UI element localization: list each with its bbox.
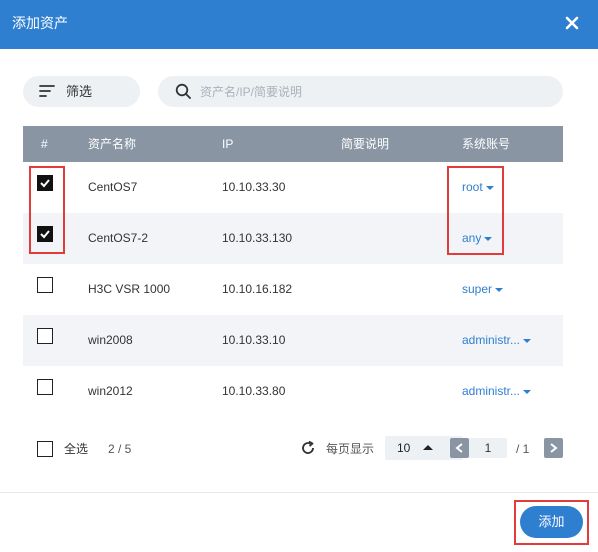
page-number-input[interactable] (469, 438, 507, 458)
chevron-down-icon (495, 287, 504, 292)
table-row[interactable]: win2008 10.10.33.10 administr... (23, 315, 563, 366)
table-header: # 资产名称 IP 简要说明 系统账号 (23, 126, 563, 162)
caret-up-icon (423, 445, 433, 450)
asset-name: CentOS7-2 (88, 231, 149, 245)
row-checkbox[interactable] (37, 328, 53, 344)
filter-button[interactable]: 筛选 (23, 76, 140, 107)
table-row[interactable]: H3C VSR 1000 10.10.16.182 super (23, 264, 563, 315)
column-header-ip: IP (222, 137, 234, 151)
account-value: super (462, 282, 493, 296)
asset-name: CentOS7 (88, 180, 138, 194)
table-row[interactable]: win2012 10.10.33.80 administr... (23, 366, 563, 417)
account-select[interactable]: administr... (462, 383, 532, 399)
footer-divider (0, 492, 598, 493)
asset-ip: 10.10.33.80 (222, 384, 286, 398)
account-value: administr... (462, 333, 521, 347)
chevron-down-icon (523, 389, 532, 394)
dialog-header: 添加资产 (0, 0, 598, 49)
select-all-label: 全选 (64, 442, 89, 456)
asset-ip: 10.10.33.30 (222, 180, 286, 194)
chevron-down-icon (523, 338, 532, 343)
search-box[interactable] (158, 76, 563, 107)
column-header-account: 系统账号 (462, 137, 511, 151)
account-select[interactable]: administr... (462, 332, 532, 348)
asset-ip: 10.10.16.182 (222, 282, 293, 296)
column-header-description: 简要说明 (341, 137, 390, 151)
highlight-box-accounts (447, 166, 504, 255)
asset-name: win2008 (88, 333, 133, 347)
highlight-box-checkboxes (29, 166, 65, 254)
add-asset-dialog: 添加资产 筛选 # 资产名称 IP 简要说明 系统账号 CentOS7 10 (0, 0, 598, 552)
asset-ip: 10.10.33.130 (222, 231, 293, 245)
dialog-title: 添加资产 (12, 15, 68, 31)
column-header-name: 资产名称 (88, 137, 137, 151)
account-select[interactable]: super (462, 281, 504, 297)
previous-page-button[interactable] (450, 438, 469, 458)
refresh-icon[interactable] (300, 440, 316, 456)
asset-ip: 10.10.33.10 (222, 333, 286, 347)
row-checkbox[interactable] (37, 277, 53, 293)
per-page-value: 10 (397, 441, 411, 455)
search-icon (175, 83, 192, 100)
search-input[interactable] (200, 81, 550, 102)
per-page-label: 每页显示 (326, 442, 375, 456)
table-footer: 全选 2 / 5 每页显示 10 / 1 (23, 436, 563, 460)
column-header-index: # (41, 137, 48, 151)
close-icon[interactable] (562, 13, 582, 33)
row-checkbox[interactable] (37, 379, 53, 395)
filter-icon (39, 84, 55, 98)
asset-name: H3C VSR 1000 (88, 282, 171, 296)
next-page-button[interactable] (544, 438, 563, 458)
page-total: / 1 (516, 442, 530, 456)
account-value: administr... (462, 384, 521, 398)
highlight-box-add-button (514, 500, 589, 545)
select-all-checkbox[interactable] (37, 441, 53, 457)
asset-name: win2012 (88, 384, 133, 398)
selected-count: 2 / 5 (108, 442, 132, 456)
filter-label: 筛选 (66, 84, 93, 99)
